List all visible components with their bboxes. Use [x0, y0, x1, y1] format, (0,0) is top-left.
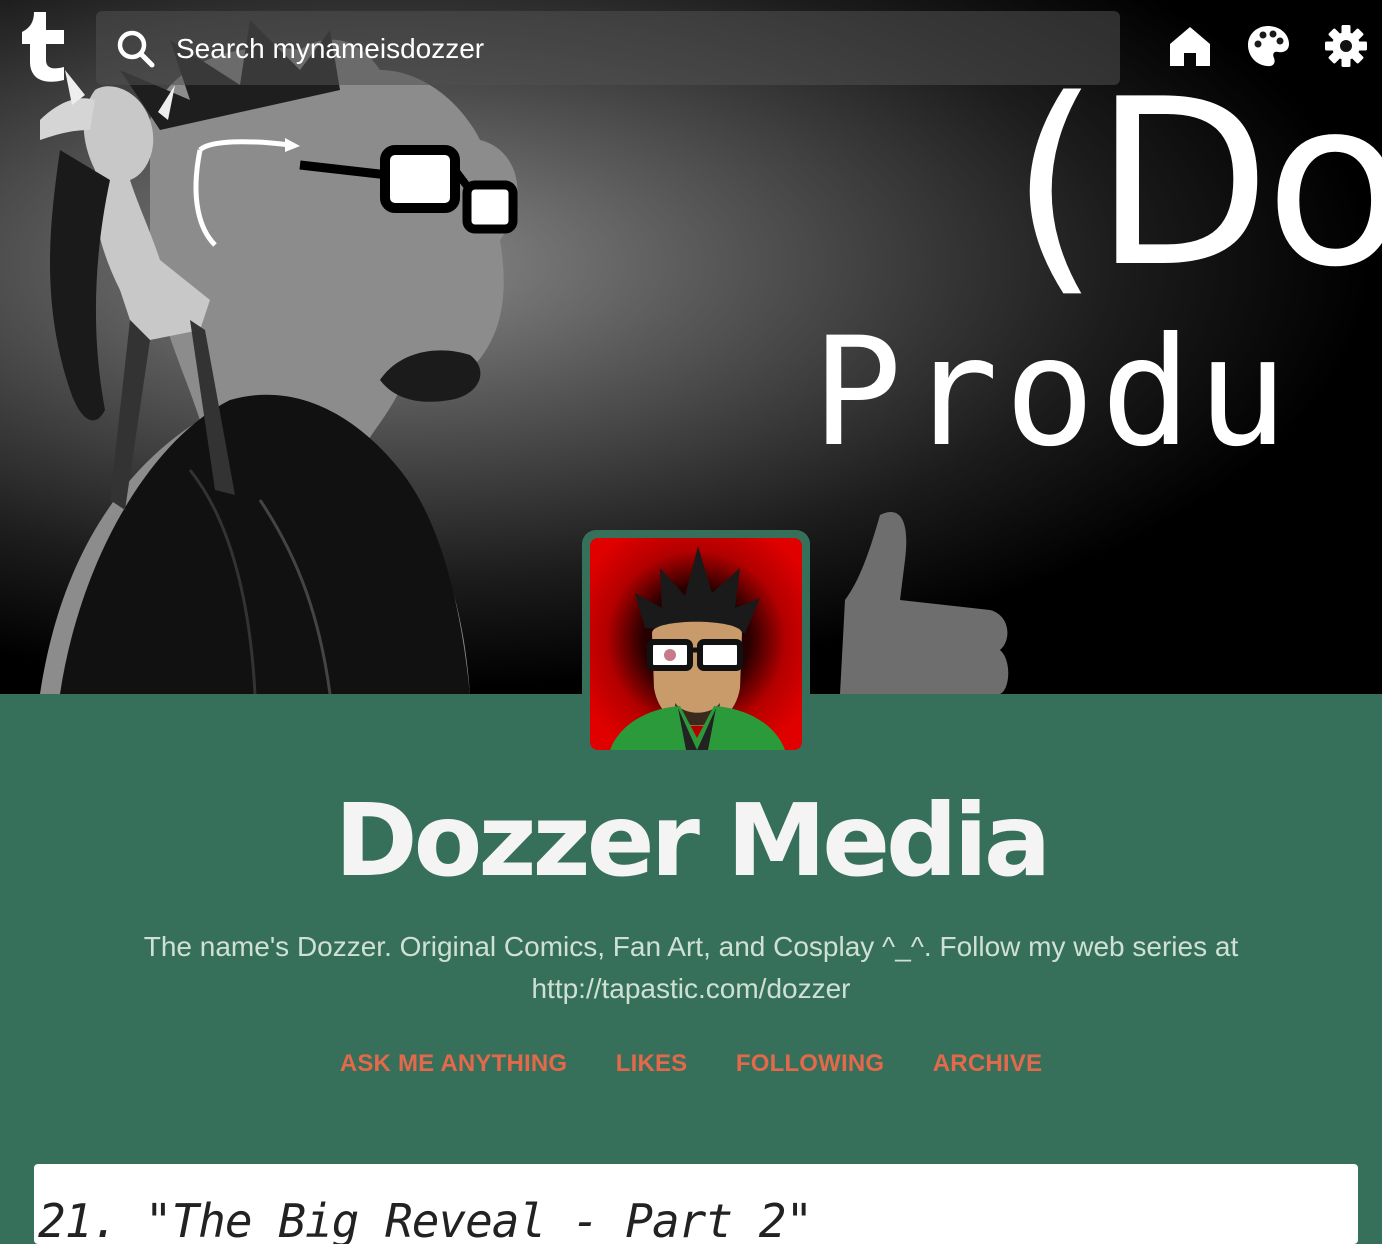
blog-description: The name's Dozzer. Original Comics, Fan …	[80, 926, 1302, 1010]
nav-likes[interactable]: LIKES	[616, 1050, 688, 1078]
blog-description-line-2[interactable]: http://tapastic.com/dozzer	[80, 968, 1302, 1010]
palette-icon[interactable]	[1246, 24, 1290, 68]
gear-icon[interactable]	[1324, 24, 1368, 68]
avatar[interactable]	[590, 538, 802, 750]
avatar-frame	[582, 530, 810, 758]
nav-archive[interactable]: ARCHIVE	[933, 1050, 1042, 1078]
nav-following[interactable]: FOLLOWING	[736, 1050, 884, 1078]
search-icon[interactable]	[116, 29, 156, 69]
avatar-image	[590, 538, 802, 750]
blog-nav: ASK ME ANYTHING LIKES FOLLOWING ARCHIVE	[0, 1050, 1382, 1078]
post-title: 21. "The Big Reveal - Part 2"	[38, 1194, 813, 1244]
nav-ask-me-anything[interactable]: ASK ME ANYTHING	[340, 1050, 567, 1078]
home-icon[interactable]	[1168, 24, 1212, 68]
banner-heading-text: (Do	[1010, 51, 1382, 318]
search-input[interactable]	[174, 11, 1078, 87]
search-bar[interactable]	[96, 11, 1120, 87]
blog-description-line-1: The name's Dozzer. Original Comics, Fan …	[143, 931, 1239, 962]
banner-subheading-text: Produ	[812, 306, 1294, 480]
blog-title[interactable]: Dozzer Media	[0, 786, 1382, 896]
post-card[interactable]: 21. "The Big Reveal - Part 2"	[34, 1164, 1358, 1244]
tumblr-logo-icon[interactable]	[20, 10, 70, 82]
